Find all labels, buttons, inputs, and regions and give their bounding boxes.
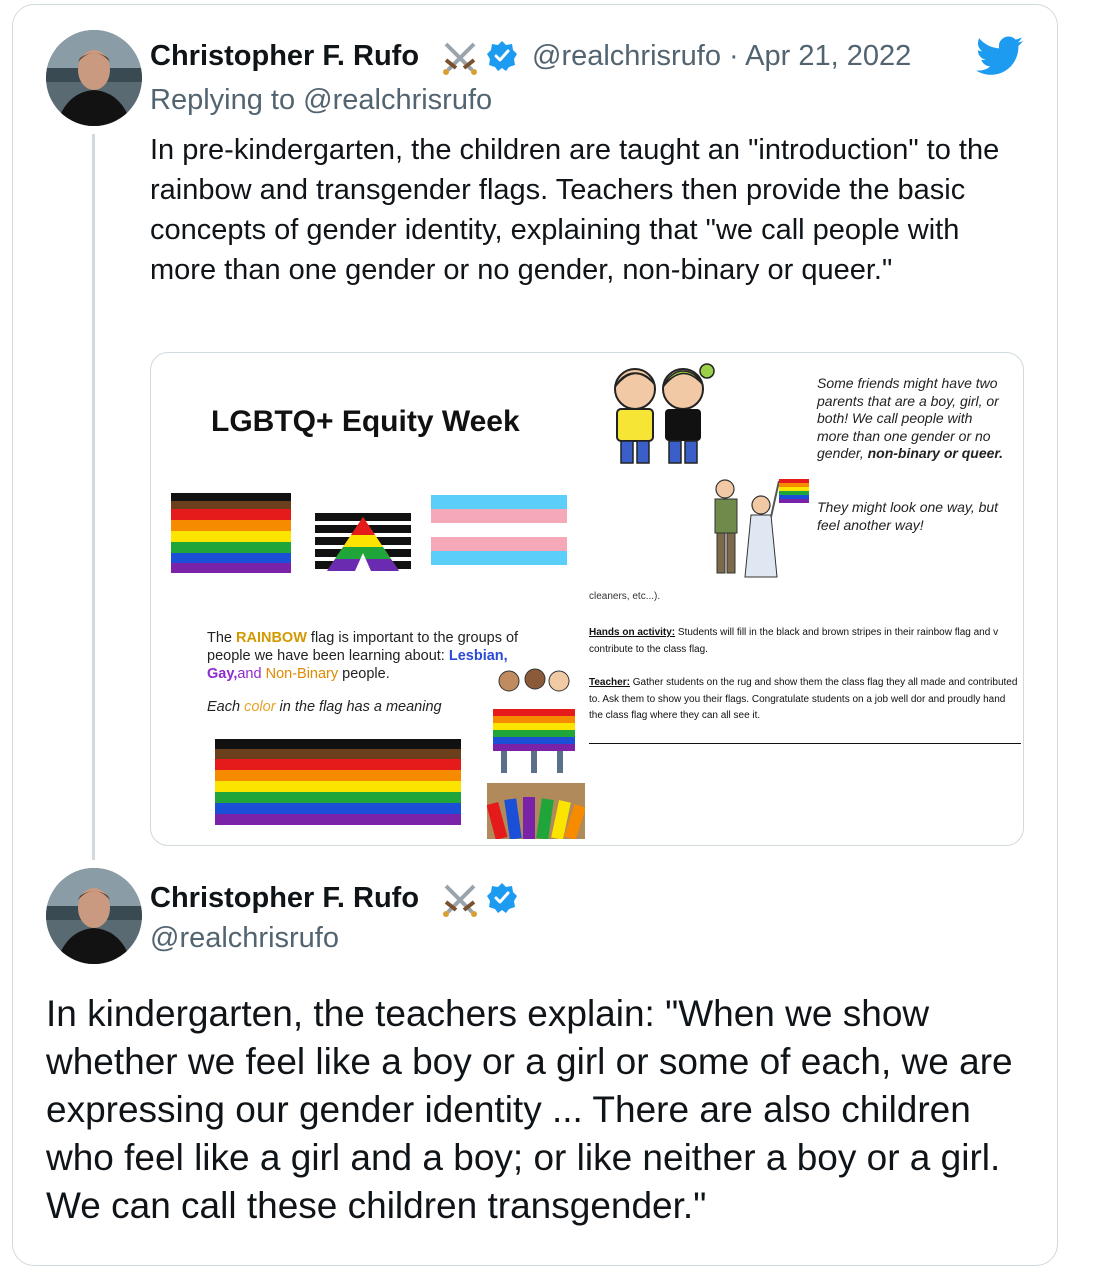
replying-to-label[interactable]: Replying to @realchrisrufo [150, 84, 492, 117]
author-avatar-2[interactable] [46, 868, 142, 964]
author-avatar[interactable] [46, 30, 142, 126]
each-color-caption: Each color in the flag has a meaning [207, 699, 442, 715]
author-handle-2[interactable]: @realchrisrufo [150, 922, 339, 955]
transgender-flag-image [431, 495, 567, 565]
tweet1-text: In pre-kindergarten, the children are ta… [150, 134, 1000, 286]
tweet2-text: In kindergarten, the teachers explain: "… [46, 993, 1013, 1226]
hands-on-activity-text: Hands on activity: Students will fill in… [589, 627, 999, 655]
kids-holding-flag-illustration [493, 668, 575, 773]
thread-connector-line [92, 134, 95, 860]
verified-badge-icon [486, 40, 518, 77]
might-look-caption: They might look one way, but feel anothe… [817, 499, 999, 533]
large-rainbow-flag-image [215, 739, 461, 825]
friends-caption: Some friends might have two parents that… [817, 375, 1003, 461]
cut-off-text: cleaners, etc...). [589, 591, 661, 602]
people-with-flag-illustration [714, 479, 809, 578]
ally-flag-image [315, 513, 411, 571]
tweet-media-image[interactable]: LGBTQ+ Equity Week Some friends might ha… [150, 352, 1024, 846]
slide-title: LGBTQ+ Equity Week [211, 405, 520, 438]
divider-line [589, 743, 1021, 744]
author-display-name[interactable]: Christopher F. Rufo [150, 40, 419, 73]
verified-badge-icon [486, 882, 518, 919]
crossed-swords-icon [440, 880, 480, 925]
progress-pride-flag-image [171, 493, 291, 573]
author-display-name-2[interactable]: Christopher F. Rufo [150, 882, 419, 915]
twitter-bird-icon[interactable] [976, 36, 1024, 81]
crossed-swords-icon [440, 38, 480, 83]
author-handle-and-date[interactable]: @realchrisrufo · Apr 21, 2022 [532, 40, 911, 73]
two-children-illustration [614, 363, 715, 464]
teacher-instructions-text: Teacher: Gather students on the rug and … [589, 677, 1018, 721]
crayons-image [487, 783, 585, 839]
